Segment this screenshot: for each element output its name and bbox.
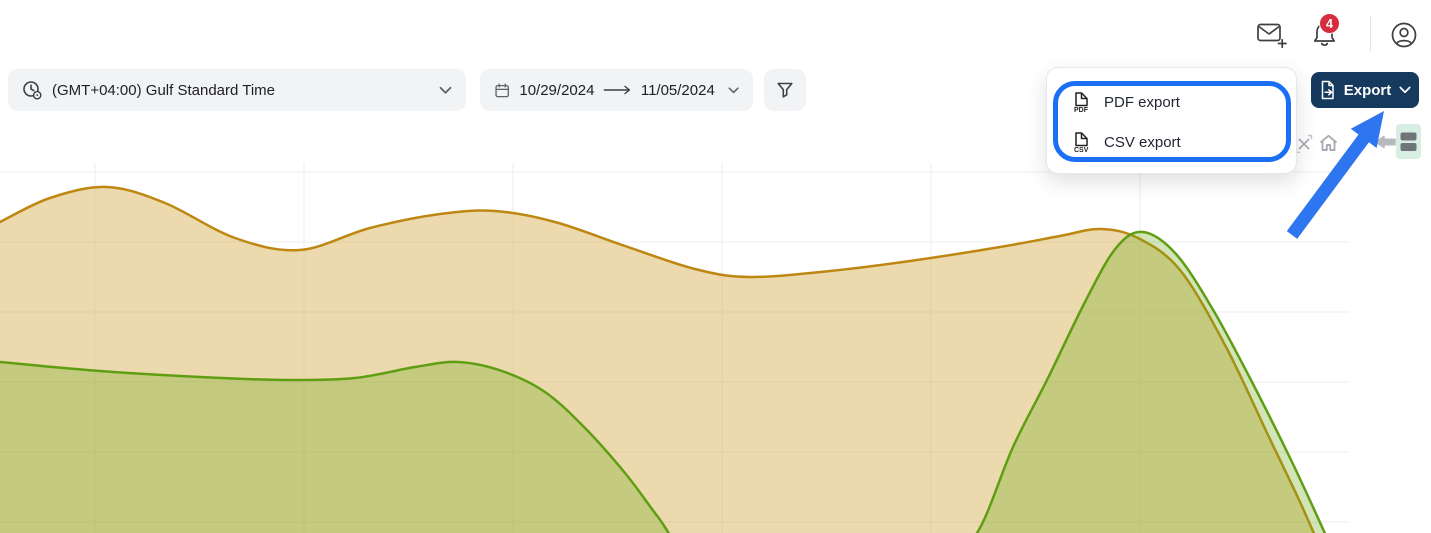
export-menu: PDF PDF export CSV CSV export	[1046, 67, 1297, 174]
svg-text:PDF: PDF	[1074, 107, 1089, 113]
export-button[interactable]: Export	[1311, 72, 1419, 108]
profile-button[interactable]	[1388, 19, 1420, 51]
menu-item-label: CSV export	[1104, 134, 1181, 151]
menu-item-label: PDF export	[1104, 94, 1180, 111]
chevron-down-icon	[1399, 86, 1411, 94]
pan-back-icon	[1374, 134, 1397, 150]
pan-back-button[interactable]	[1373, 133, 1397, 151]
mail-plus-icon	[1256, 21, 1287, 48]
calendar-icon	[494, 81, 510, 100]
home-icon	[1318, 133, 1339, 153]
timezone-select[interactable]: (GMT+04:00) Gulf Standard Time	[8, 69, 466, 111]
date-range-picker[interactable]: 10/29/2024 11/05/2024	[480, 69, 753, 111]
filter-funnel-icon	[775, 80, 795, 100]
menu-item-csv-export[interactable]: CSV CSV export	[1047, 127, 1296, 157]
pdf-file-icon: PDF	[1072, 92, 1091, 113]
timezone-clock-icon	[22, 80, 42, 100]
date-end: 11/05/2024	[641, 82, 715, 99]
svg-text:CSV: CSV	[1074, 147, 1089, 153]
chevron-down-icon	[728, 86, 739, 95]
invite-mail-button[interactable]	[1254, 18, 1288, 50]
arrow-right-icon	[603, 84, 631, 96]
export-button-label: Export	[1344, 82, 1392, 99]
notification-count-badge: 4	[1319, 13, 1340, 34]
topbar-divider	[1370, 15, 1371, 52]
timezone-label: (GMT+04:00) Gulf Standard Time	[52, 82, 429, 99]
export-file-icon	[1319, 80, 1336, 100]
filter-button[interactable]	[764, 69, 806, 111]
chart-menu-icon	[1399, 130, 1418, 154]
date-start: 10/29/2024	[519, 82, 594, 99]
chart-menu-button[interactable]	[1396, 124, 1421, 159]
chevron-down-icon	[439, 86, 452, 95]
profile-icon	[1390, 21, 1418, 49]
home-button[interactable]	[1317, 132, 1339, 153]
menu-item-pdf-export[interactable]: PDF PDF export	[1047, 87, 1296, 117]
csv-file-icon: CSV	[1072, 132, 1091, 153]
